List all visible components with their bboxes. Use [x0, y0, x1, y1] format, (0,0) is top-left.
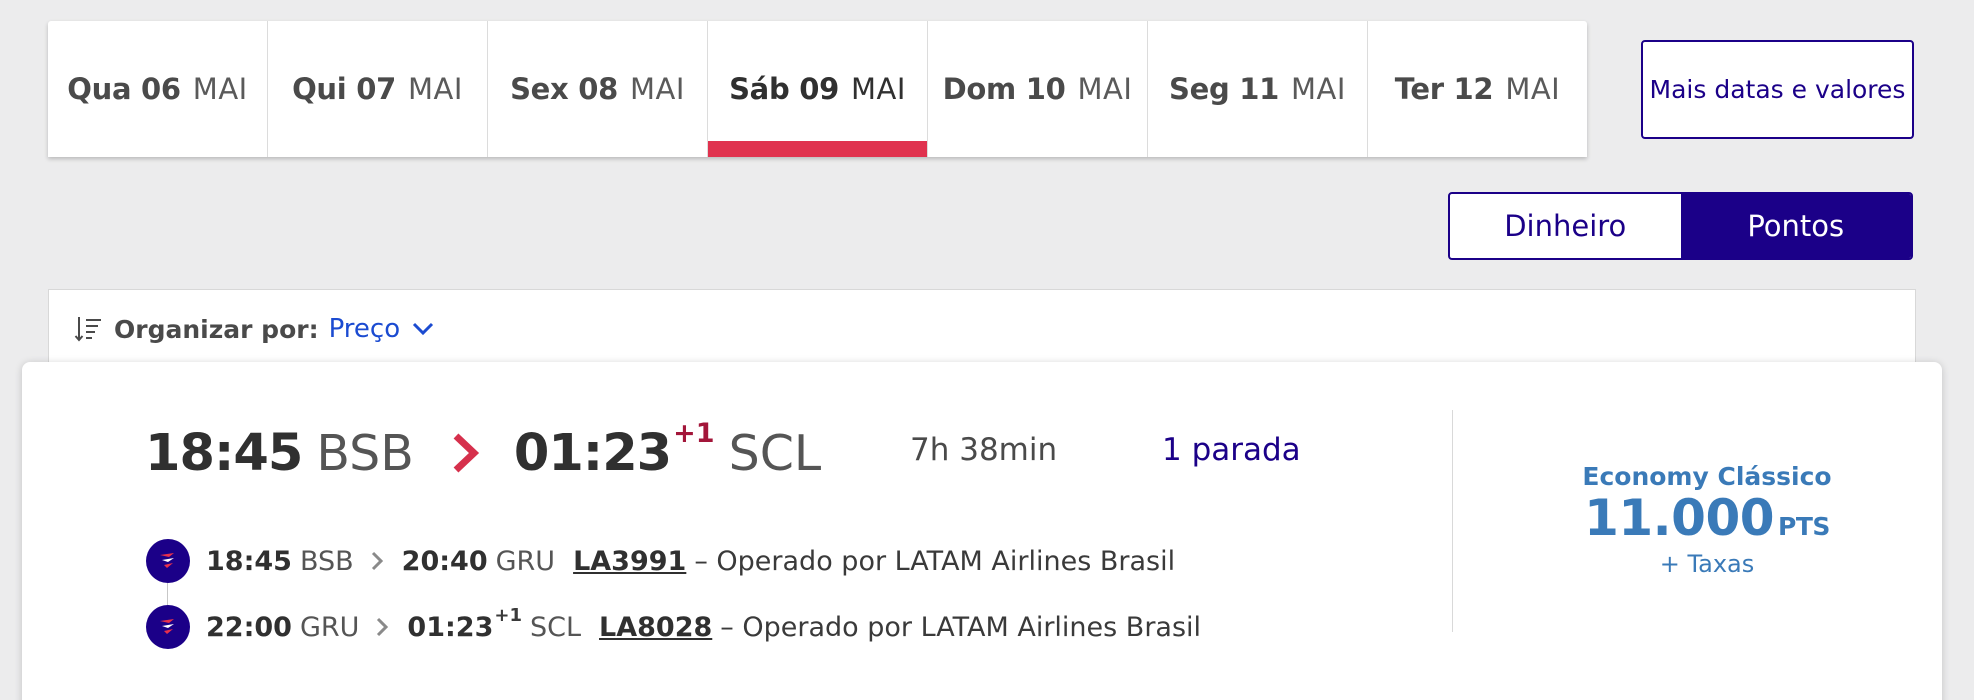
flight-segment: 18:45 BSB 20:40 GRU LA3991 – Operado por…	[146, 539, 1201, 583]
currency-toggle: Dinheiro Pontos	[1448, 192, 1913, 260]
sort-icon	[74, 317, 101, 342]
operated-by: – Operado por LATAM Airlines Brasil	[720, 611, 1202, 643]
chevron-right-icon	[453, 433, 479, 473]
fare-amount: 11.000	[1584, 489, 1775, 547]
date-tab-month: MAI	[1505, 72, 1561, 106]
sort-label: Organizar por:	[114, 314, 319, 344]
date-tab-day: Sex 08	[510, 72, 618, 106]
date-tab-month: MAI	[630, 72, 685, 106]
date-tab-ter-12[interactable]: Ter 12 MAI	[1368, 21, 1587, 157]
fare-unit: PTS	[1778, 512, 1830, 541]
segment-arr-offset: +1	[494, 604, 522, 626]
date-tab-month: MAI	[192, 72, 248, 106]
segment-dep-code: BSB	[299, 545, 354, 577]
sort-value: Preço	[328, 314, 401, 344]
date-tab-day: Ter 12	[1394, 72, 1494, 106]
airline-logo-icon	[146, 539, 190, 583]
fare-amount-row: 11.000 PTS	[1502, 491, 1912, 554]
chevron-down-icon	[413, 322, 434, 336]
date-tab-sex-08[interactable]: Sex 08 MAI	[488, 21, 708, 157]
flight-number-link[interactable]: LA3991	[573, 546, 686, 577]
operated-by: – Operado por LATAM Airlines Brasil	[694, 545, 1176, 577]
segment-arr-time: 01:23	[407, 611, 494, 643]
sort-dropdown[interactable]: Preço	[329, 314, 435, 344]
date-tabs: Qua 06 MAI Qui 07 MAI Sex 08 MAI Sáb 09 …	[48, 21, 1587, 157]
date-tab-day: Dom 10	[942, 72, 1066, 106]
latam-logo-icon	[160, 619, 174, 634]
segment-dep-time: 22:00	[206, 611, 292, 643]
date-tab-month: MAI	[407, 72, 463, 106]
arrival-day-offset: +1	[673, 418, 715, 449]
date-tab-day: Seg 11	[1169, 72, 1280, 106]
segment-arr-code: GRU	[495, 545, 556, 577]
date-tab-day: Qua 06	[67, 72, 181, 106]
date-tab-month: MAI	[1291, 72, 1346, 106]
chevron-right-icon	[377, 617, 389, 637]
flight-duration: 7h 38min	[910, 432, 1058, 468]
departure-time: 18:45	[145, 424, 303, 483]
chevron-right-icon	[371, 551, 383, 571]
date-tab-sab-09[interactable]: Sáb 09 MAI	[708, 21, 928, 157]
fare-box[interactable]: Economy Clássico 11.000 PTS + Taxas	[1502, 462, 1912, 578]
fare-taxes: + Taxas	[1659, 550, 1755, 578]
segment-arr-code: SCL	[529, 611, 582, 643]
date-tab-month: MAI	[850, 72, 906, 106]
flight-number-link[interactable]: LA8028	[599, 612, 712, 643]
segment-arr-time: 20:40	[401, 545, 488, 577]
flight-segment: 22:00 GRU 01:23 +1 SCL LA8028 – Operado …	[146, 605, 1201, 649]
toggle-points-option[interactable]: Pontos	[1680, 194, 1911, 258]
toggle-money-option[interactable]: Dinheiro	[1450, 194, 1681, 258]
flight-segments: 18:45 BSB 20:40 GRU LA3991 – Operado por…	[146, 539, 1201, 671]
departure-code: BSB	[316, 425, 414, 482]
date-tab-month: MAI	[1077, 72, 1133, 106]
airline-logo-icon	[146, 605, 190, 649]
stops-link[interactable]: 1 parada	[1162, 432, 1301, 468]
date-tab-qui-07[interactable]: Qui 07 MAI	[268, 21, 488, 157]
segment-dep-code: GRU	[299, 611, 360, 643]
latam-logo-icon	[160, 553, 174, 568]
sort-bar: Organizar por: Preço	[48, 289, 1916, 369]
flight-route: 18:45 BSB 01:23 +1 SCL	[145, 418, 822, 494]
fare-class: Economy Clássico	[1582, 462, 1832, 491]
more-dates-button[interactable]: Mais datas e valores	[1641, 40, 1914, 139]
date-tab-qua-06[interactable]: Qua 06 MAI	[48, 21, 268, 157]
arrival-code: SCL	[728, 425, 822, 482]
segment-dep-time: 18:45	[206, 545, 292, 577]
date-tab-seg-11[interactable]: Seg 11 MAI	[1148, 21, 1368, 157]
arrival-time: 01:23	[513, 424, 672, 483]
flight-card[interactable]: 18:45 BSB 01:23 +1 SCL 7h 38min 1 parada…	[22, 362, 1942, 700]
date-tab-day: Qui 07	[292, 72, 396, 106]
divider	[1452, 410, 1453, 632]
date-tab-dom-10[interactable]: Dom 10 MAI	[928, 21, 1148, 157]
date-tab-day: Sáb 09	[729, 72, 839, 106]
